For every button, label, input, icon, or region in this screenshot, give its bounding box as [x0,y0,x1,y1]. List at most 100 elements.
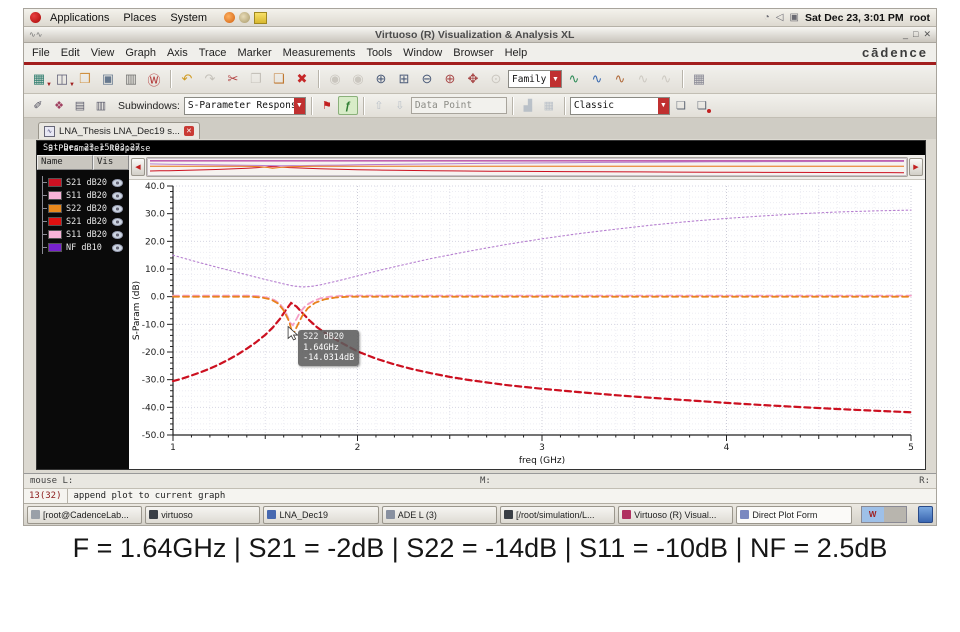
save-icon[interactable]: ▣ [97,68,119,90]
visibility-eye-icon[interactable] [112,178,123,187]
split-horizontal-icon[interactable]: ▤ [70,96,90,115]
legend-item-s11-db20-4[interactable]: S11 dB20 [43,228,129,241]
plot-panel: ◀ ▶ 1 2 3 4 5 -50.0 -40.0 -30.0 -20.0 -10.0 0.0 10.… [129,155,925,469]
system-menu[interactable]: System [165,12,212,24]
zoom-fit-icon[interactable]: ⊞ [393,68,415,90]
plot-strip-icon[interactable]: ∿ [563,68,585,90]
calendar-icon: ▦ [543,100,555,112]
taskbar-item-virtuoso[interactable]: virtuoso [145,505,261,524]
menu-browser[interactable]: Browser [453,47,493,59]
menu-edit[interactable]: Edit [61,47,80,59]
scroll-right-icon[interactable]: ▶ [909,158,923,176]
undo-icon[interactable]: ↶ [176,68,198,90]
trash-icon[interactable] [917,506,934,523]
graph-tab[interactable]: ∿ LNA_Thesis LNA_Dec19 s... ✕ [38,122,200,139]
overview-miniature[interactable] [146,157,908,177]
taskbar-item-lna-dec19[interactable]: LNA_Dec19 [263,505,379,524]
subwindows-combo-dropdown-icon[interactable]: ▼ [293,97,305,114]
visibility-eye-icon[interactable] [112,217,123,226]
taskbar-item-root-simulation-l[interactable]: [/root/simulation/L... [499,505,616,524]
terminal-icon [503,510,513,519]
legend-col-vis[interactable]: Vis [93,155,129,170]
taskbar-item-direct-plot-form[interactable]: Direct Plot Form [736,505,852,524]
style-combo-dropdown-icon[interactable]: ▼ [657,97,669,114]
visibility-eye-icon[interactable] [112,230,123,239]
firefox-icon[interactable] [224,12,236,23]
legend-swatch-s21-db20 [48,178,62,187]
workspace-switcher[interactable]: W [860,506,907,523]
taskbar-item-virtuoso-r-visual[interactable]: Virtuoso (R) Visual... [618,505,734,524]
table-view-icon[interactable]: ▦ [688,68,710,90]
visibility-eye-icon[interactable] [112,204,123,213]
plot-overlay-icon[interactable]: ∿ [586,68,608,90]
notification-icon[interactable]: ◔ [764,12,770,23]
cut-icon[interactable]: ✂ [222,68,244,90]
volume-icon[interactable]: ◁ [776,12,784,23]
menu-help[interactable]: Help [505,47,528,59]
zoom-in-icon[interactable]: ⊕ [370,68,392,90]
zoom-x-icon[interactable]: ⊕ [439,68,461,90]
taskbar-label: Direct Plot Form [752,509,818,520]
family-combo-dropdown-icon[interactable]: ▼ [550,71,561,87]
new-subwindow-icon[interactable]: ◫ ▼ [51,68,75,90]
close-button[interactable]: ✕ [923,29,931,40]
legend-item-s21-db20-0[interactable]: S21 dB20 [43,176,129,189]
window-titlebar[interactable]: ∿∿ Virtuoso (R) Visualization & Analysis… [24,27,936,43]
print-icon[interactable]: ▥ [120,68,142,90]
legend-item-s11-db20-1[interactable]: S11 dB20 [43,189,129,202]
paste-icon[interactable]: ❑ [268,68,290,90]
menu-window[interactable]: Window [403,47,442,59]
plot-canvas[interactable]: 1 2 3 4 5 -50.0 -40.0 -30.0 -20.0 -10.0 0.0 10.0 20.… [129,180,925,469]
workspace-1[interactable]: W [861,507,884,522]
svg-text:freq (GHz): freq (GHz) [519,456,565,466]
menu-file[interactable]: File [32,47,50,59]
redhat-menu-icon[interactable] [30,12,41,23]
family-combo[interactable]: Family ▼ [508,70,562,88]
zoom-out-icon[interactable]: ⊖ [416,68,438,90]
workspace-2[interactable] [883,507,906,522]
legend-item-nf-db10-5[interactable]: NF dB10 [43,241,129,254]
copy-window-icon[interactable]: ❏ [671,96,691,115]
function-icon[interactable]: ƒ [337,96,358,115]
split-vertical-icon[interactable]: ▥ [91,96,111,115]
menu-graph[interactable]: Graph [125,47,156,59]
delete-icon[interactable]: ✖ [291,68,313,90]
plot-overview-strip[interactable]: ◀ ▶ [129,155,925,180]
menu-view[interactable]: View [91,47,115,59]
taskbar-item-ade-l-3[interactable]: ADE L (3) [381,505,497,524]
menu-trace[interactable]: Trace [199,47,227,59]
applications-menu[interactable]: Applications [45,12,114,24]
legend-item-s21-db20-3[interactable]: S21 dB20 [43,215,129,228]
delete-window-icon[interactable]: ❏ [692,96,712,115]
form-icon [740,510,750,519]
new-graph-icon[interactable]: ▦ ▼ [28,68,52,90]
cards-icon[interactable]: ❖ [49,96,69,115]
places-menu[interactable]: Places [118,12,161,24]
maximize-button[interactable]: □ [913,29,918,40]
legend-item-s22-db20-2[interactable]: S22 dB20 [43,202,129,215]
visibility-eye-icon[interactable] [112,191,123,200]
visibility-eye-icon[interactable] [112,243,123,252]
scroll-left-icon[interactable]: ◀ [131,158,145,176]
flag-icon[interactable]: ⚑ [317,96,337,115]
menu-measurements[interactable]: Measurements [283,47,356,59]
subwindows-combo[interactable]: S-Parameter Response ▼ [183,96,306,115]
notes-icon[interactable] [254,11,268,24]
style-combo[interactable]: Classic ▼ [569,96,670,115]
export-image-icon[interactable]: Ⓦ [143,68,165,90]
suite-icon[interactable] [239,12,251,23]
taskbar-item-root-cadencelab[interactable]: [root@CadenceLab... [27,505,143,524]
legend-col-name[interactable]: Name [37,155,93,170]
clock[interactable]: Sat Dec 23, 3:01 PM [805,12,904,24]
menu-axis[interactable]: Axis [167,47,188,59]
minimize-button[interactable]: _ [903,29,908,40]
menu-marker[interactable]: Marker [237,47,271,59]
menu-tools[interactable]: Tools [366,47,392,59]
open-icon[interactable]: ❒ [74,68,96,90]
zoom-pan-icon[interactable]: ✥ [462,68,484,90]
tab-close-icon[interactable]: ✕ [183,126,194,136]
wand-icon[interactable]: ✐ [28,96,48,115]
plot-composite-icon[interactable]: ∿ [609,68,631,90]
data-point-input[interactable]: Data Point [410,97,507,114]
network-icon[interactable]: ▣ [789,12,798,23]
